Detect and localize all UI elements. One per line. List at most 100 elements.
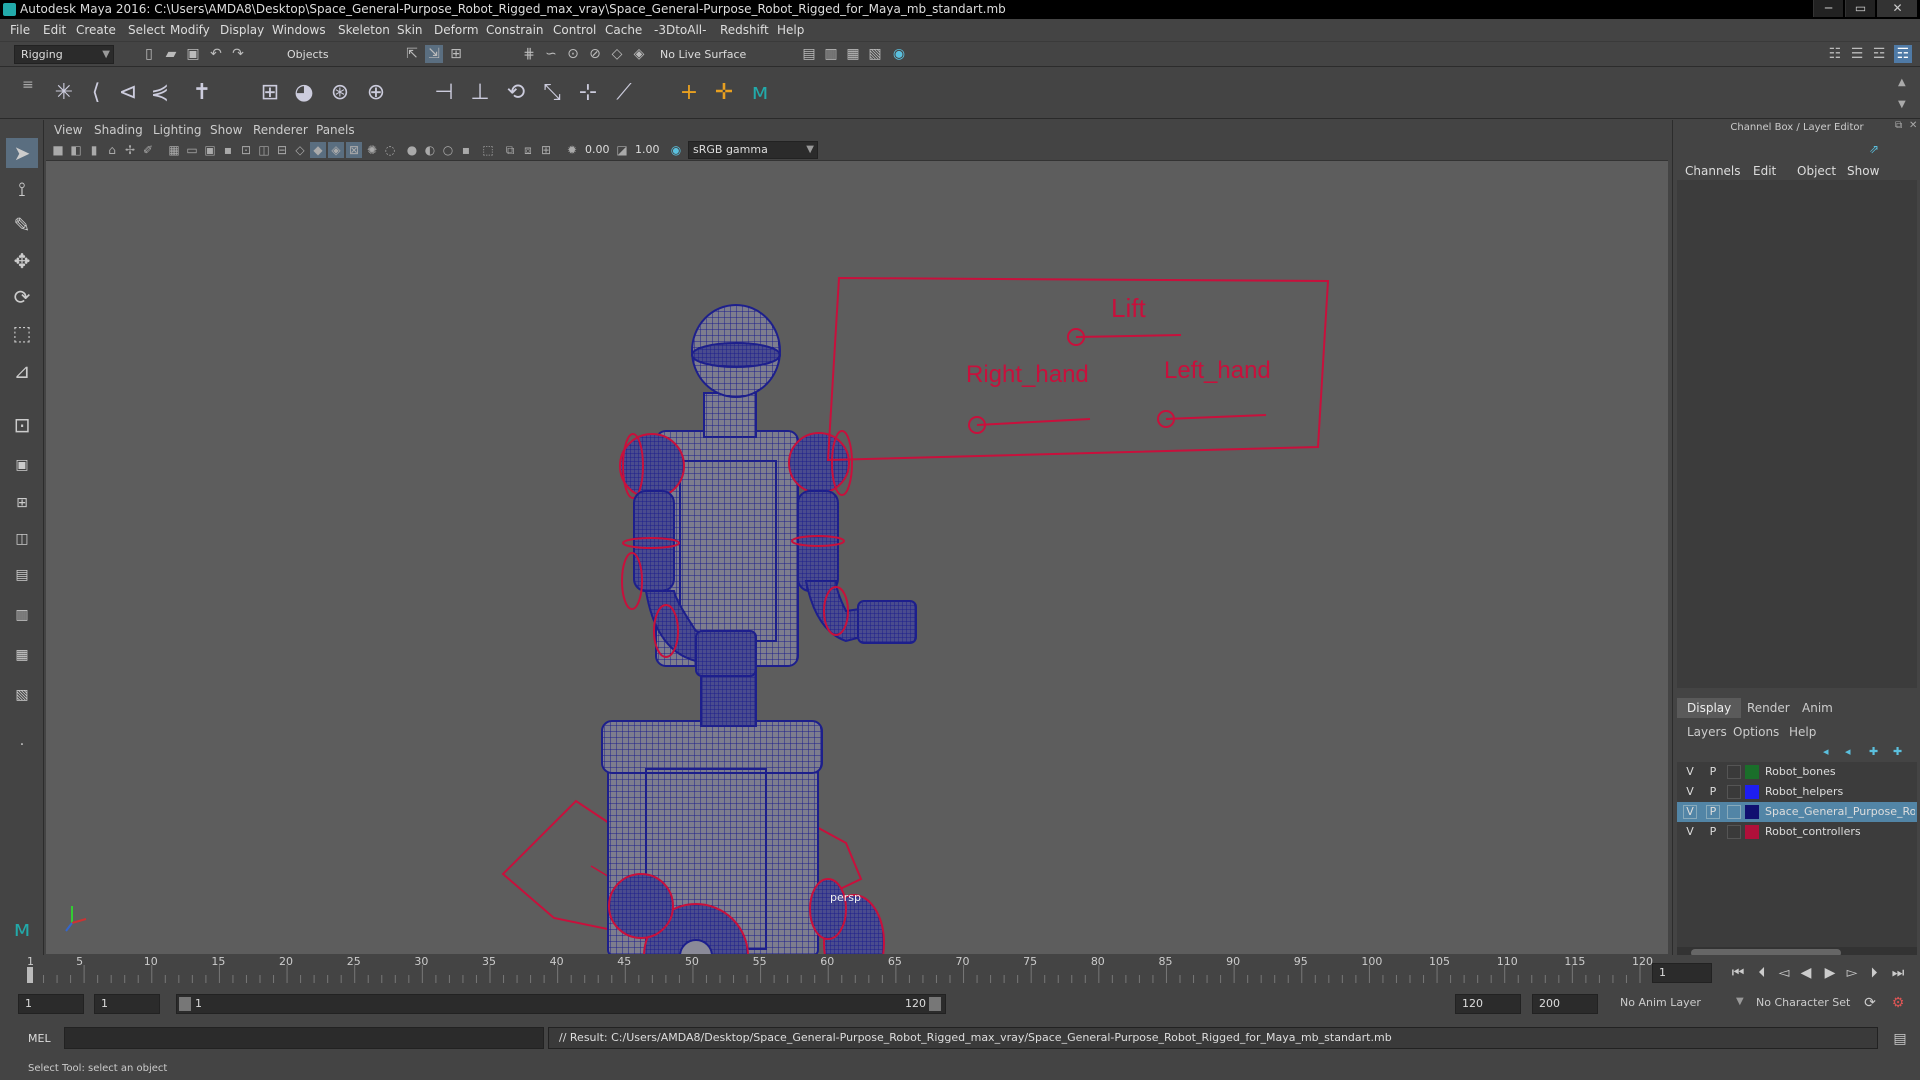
layer-row[interactable]: V P Robot_helpers	[1677, 782, 1917, 802]
point-constraint-icon[interactable]: ⊥	[466, 79, 494, 107]
two-pane-layout-icon[interactable]: ◫	[6, 524, 38, 554]
move-tool-icon[interactable]: ✥	[6, 246, 38, 276]
vp-menu-lighting[interactable]: Lighting	[153, 123, 202, 137]
vp-menu-shading[interactable]: Shading	[94, 123, 143, 137]
go-to-end-icon[interactable]: ⏭	[1888, 963, 1908, 983]
shelf-scroll-down-icon[interactable]: ▼	[1898, 99, 1906, 110]
step-back-key-icon[interactable]: ⏴	[1752, 963, 1772, 983]
motion-blur-icon[interactable]: ○	[440, 142, 456, 158]
step-back-frame-icon[interactable]: ◅	[1774, 963, 1794, 983]
wireframe-icon[interactable]: ◇	[292, 142, 308, 158]
render-frame-icon[interactable]: ▥	[822, 45, 840, 63]
go-to-start-icon[interactable]: ⏮	[1728, 963, 1748, 983]
hypershade-layout-icon[interactable]: ▦	[6, 640, 38, 670]
ik-spline-icon[interactable]: ⋞	[146, 79, 174, 107]
cb-menu-edit[interactable]: Edit	[1753, 164, 1776, 178]
xray-joints-icon[interactable]: ⧉	[502, 142, 518, 158]
close-window-button[interactable]: ✕	[1877, 0, 1917, 17]
exposure-icon[interactable]: ✹	[564, 142, 580, 158]
color-management-icon[interactable]: ◉	[668, 142, 684, 158]
close-panel-icon[interactable]: ✕	[1909, 120, 1917, 131]
camera-attr-icon[interactable]: ■	[50, 142, 66, 158]
cb-menu-channels[interactable]: Channels	[1685, 164, 1741, 178]
select-component-icon[interactable]: ⊞	[447, 45, 465, 63]
layer-visibility-toggle[interactable]: V	[1683, 782, 1697, 802]
script-editor-icon[interactable]: ▤	[1890, 1029, 1910, 1049]
le-menu-help[interactable]: Help	[1789, 725, 1816, 739]
menu-redshift[interactable]: Redshift	[720, 23, 769, 37]
wrap-icon[interactable]: ⊛	[326, 79, 354, 107]
animation-start-field[interactable]: 1	[18, 994, 84, 1014]
menu-display[interactable]: Display	[220, 23, 264, 37]
film-gate-icon[interactable]: ▭	[184, 142, 200, 158]
layer-visibility-toggle[interactable]: V	[1683, 822, 1697, 842]
layer-row[interactable]: V P Robot_controllers	[1677, 822, 1917, 842]
play-backward-icon[interactable]: ◀	[1796, 963, 1816, 983]
cb-menu-show[interactable]: Show	[1847, 164, 1879, 178]
graph-editor-layout-icon[interactable]: ▥	[6, 600, 38, 630]
vp-menu-show[interactable]: Show	[210, 123, 242, 137]
menu-control[interactable]: Control	[553, 23, 596, 37]
outliner-layout-icon[interactable]: ▤	[6, 560, 38, 590]
menu-cache[interactable]: Cache	[605, 23, 642, 37]
layer-display-type-toggle[interactable]	[1727, 825, 1741, 839]
2d-pan-zoom-icon[interactable]: ✢	[122, 142, 138, 158]
hypershade-icon[interactable]: ◉	[890, 45, 908, 63]
field-chart-icon[interactable]: ⊡	[238, 142, 254, 158]
playback-start-field[interactable]: 1	[94, 994, 160, 1014]
menu-edit[interactable]: Edit	[43, 23, 66, 37]
le-menu-options[interactable]: Options	[1733, 725, 1779, 739]
snap-grid-icon[interactable]: ⋕	[520, 45, 538, 63]
selection-mask-dropdown[interactable]: Objects	[280, 45, 380, 64]
menu-skin[interactable]: Skin	[397, 23, 423, 37]
menu-file[interactable]: File	[10, 23, 30, 37]
grid-toggle-icon[interactable]: ▦	[166, 142, 182, 158]
step-forward-key-icon[interactable]: ⏵	[1864, 963, 1884, 983]
anti-aliasing-icon[interactable]: ▪	[458, 142, 474, 158]
resolution-gate-icon[interactable]: ▣	[202, 142, 218, 158]
orient-constraint-icon[interactable]: ⟲	[502, 79, 530, 107]
undo-icon[interactable]: ↶	[207, 45, 225, 63]
command-input[interactable]	[64, 1027, 544, 1049]
safe-title-icon[interactable]: ⊟	[274, 142, 290, 158]
menu-windows[interactable]: Windows	[272, 23, 326, 37]
image-plane-icon[interactable]: ⌂	[104, 142, 120, 158]
custom-layout-icon[interactable]: ▧	[6, 680, 38, 710]
safe-action-icon[interactable]: ◫	[256, 142, 272, 158]
use-default-material-icon[interactable]: ✺	[364, 142, 380, 158]
gamma-field[interactable]: 1.00	[630, 141, 670, 159]
ambient-occlusion-icon[interactable]: ◐	[422, 142, 438, 158]
new-layer-selected-icon[interactable]: ✚	[1893, 745, 1902, 758]
lattice-icon[interactable]: ◕	[290, 79, 318, 107]
layer-color-swatch[interactable]	[1745, 765, 1759, 779]
snap-curve-icon[interactable]: ∽	[542, 45, 560, 63]
menu-set-dropdown[interactable]: Rigging ▼	[14, 45, 114, 64]
channel-box-body[interactable]	[1677, 180, 1917, 688]
menu-constrain[interactable]: Constrain	[486, 23, 544, 37]
pole-vector-icon[interactable]: ⟋	[610, 79, 638, 107]
step-forward-frame-icon[interactable]: ▻	[1842, 963, 1862, 983]
last-tool-icon[interactable]: ⊿	[6, 356, 38, 386]
ik-handle-icon[interactable]: ⊲	[114, 79, 142, 107]
animation-preferences-icon[interactable]: ⚙	[1888, 993, 1908, 1013]
time-slider[interactable]: 1 5 10 15 20 25 30 35 40 45 50 55 60 65 70 75 80 85 90 95 10…	[0, 955, 1920, 985]
current-frame-field[interactable]: 1	[1652, 963, 1712, 983]
chevron-down-icon[interactable]: ▼	[1736, 996, 1744, 1007]
scale-tool-icon[interactable]: ⬚	[6, 318, 38, 348]
lasso-tool-icon[interactable]: ⟟	[6, 174, 38, 204]
smooth-shade-icon[interactable]: ◆	[310, 142, 326, 158]
ipr-render-icon[interactable]: ▦	[844, 45, 862, 63]
vp-menu-renderer[interactable]: Renderer	[253, 123, 308, 137]
viewport-scene[interactable]: Lift Right_hand Left_hand	[46, 161, 1668, 1009]
layer-display-type-toggle[interactable]	[1727, 805, 1741, 819]
menu-create[interactable]: Create	[76, 23, 116, 37]
range-start-handle[interactable]	[179, 997, 191, 1011]
anim-layer-dropdown[interactable]: No Anim Layer	[1620, 996, 1701, 1009]
scale-constraint-icon[interactable]: ⤡	[538, 79, 566, 107]
isolate-select-icon[interactable]: ⬚	[480, 142, 496, 158]
layer-row-selected[interactable]: V P Space_General_Purpose_Robot	[1677, 802, 1917, 822]
float-panel-icon[interactable]: ⧉	[1895, 120, 1902, 131]
wireframe-on-shaded-icon[interactable]: ◈	[328, 142, 344, 158]
wire-deformer-icon[interactable]: ⊕	[362, 79, 390, 107]
channel-box-toggle-icon[interactable]: ☶	[1894, 45, 1912, 63]
